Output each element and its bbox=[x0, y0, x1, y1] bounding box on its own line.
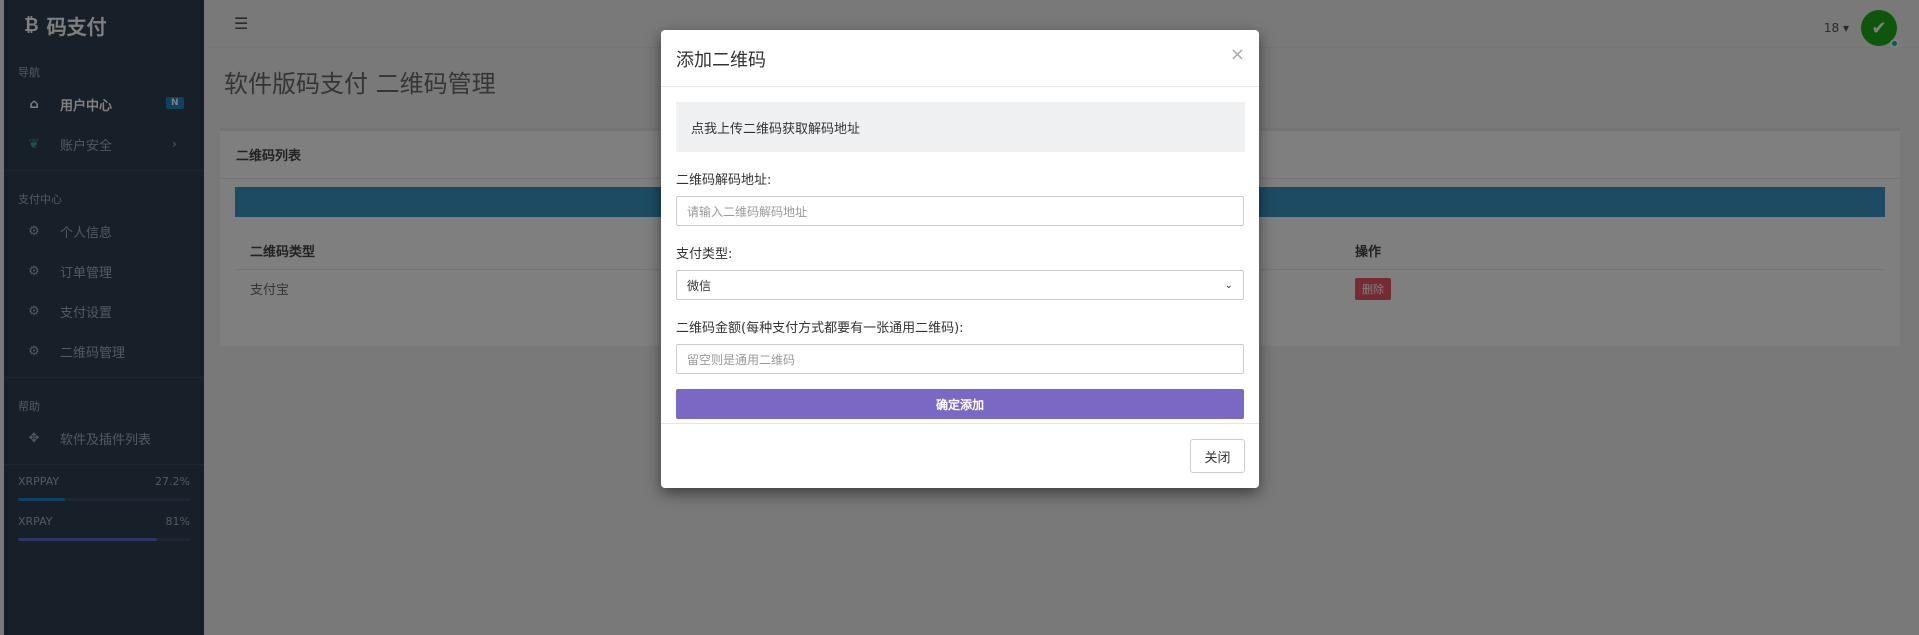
add-qrcode-modal: 添加二维码 × 点我上传二维码获取解码地址 二维码解码地址: 请输入二维码解码地… bbox=[661, 30, 1259, 488]
close-icon[interactable]: × bbox=[1230, 44, 1245, 65]
decode-url-label: 二维码解码地址: bbox=[676, 173, 772, 188]
modal-footer: 关闭 bbox=[661, 423, 1259, 488]
chevron-down-icon: ⌄ bbox=[1224, 279, 1233, 291]
decode-url-input[interactable]: 请输入二维码解码地址 bbox=[676, 196, 1244, 226]
pay-type-label: 支付类型: bbox=[676, 247, 733, 262]
pay-type-value: 微信 bbox=[687, 278, 712, 293]
pay-type-select[interactable]: 微信 ⌄ bbox=[676, 270, 1244, 300]
upload-qrcode-button[interactable]: 点我上传二维码获取解码地址 bbox=[676, 102, 1245, 152]
amount-input[interactable]: 留空则是通用二维码 bbox=[676, 344, 1244, 374]
close-button[interactable]: 关闭 bbox=[1190, 439, 1245, 473]
confirm-add-button[interactable]: 确定添加 bbox=[676, 389, 1244, 419]
modal-title: 添加二维码 bbox=[676, 50, 766, 71]
amount-label: 二维码金额(每种支付方式都要有一张通用二维码): bbox=[676, 321, 964, 336]
modal-body: 点我上传二维码获取解码地址 二维码解码地址: 请输入二维码解码地址 支付类型: … bbox=[661, 87, 1259, 419]
modal-header: 添加二维码 × bbox=[661, 30, 1259, 87]
